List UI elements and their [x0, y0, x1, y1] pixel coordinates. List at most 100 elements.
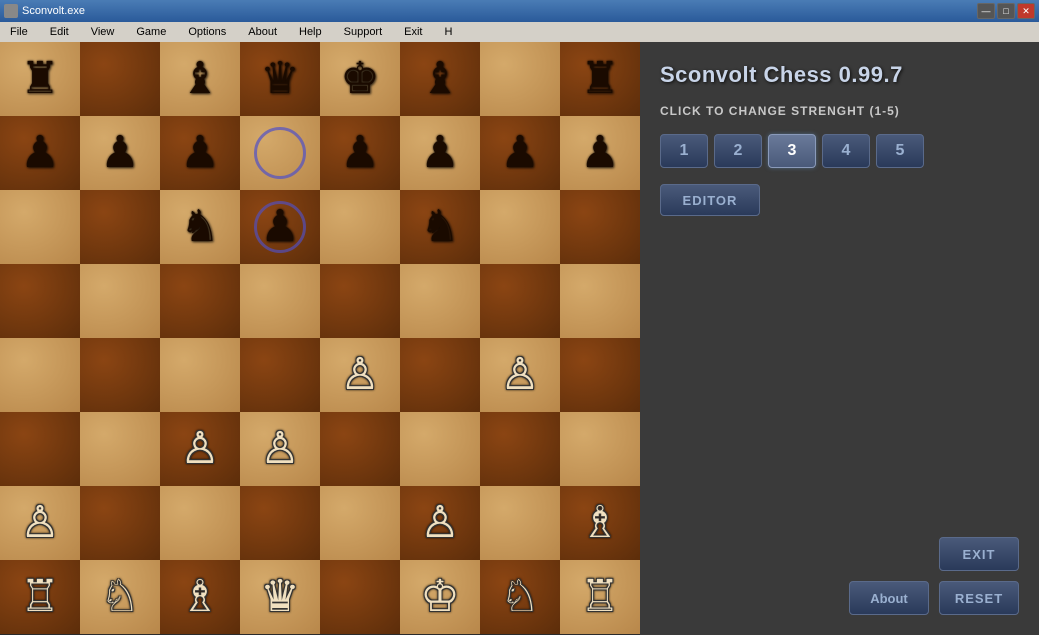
cell-0-6[interactable]	[480, 42, 560, 116]
cell-3-4[interactable]	[320, 264, 400, 338]
cell-3-1[interactable]	[80, 264, 160, 338]
cell-4-0[interactable]	[0, 338, 80, 412]
menu-file[interactable]: File	[4, 24, 34, 40]
cell-7-0[interactable]: ♖	[0, 560, 80, 634]
cell-3-6[interactable]	[480, 264, 560, 338]
cell-1-1[interactable]: ♟	[80, 116, 160, 190]
strength-3-button[interactable]: 3	[768, 134, 816, 168]
cell-5-7[interactable]	[560, 412, 640, 486]
piece-1-4: ♟	[340, 131, 379, 175]
cell-6-5[interactable]: ♙	[400, 486, 480, 560]
cell-2-3[interactable]: ♟	[240, 190, 320, 264]
cell-3-3[interactable]	[240, 264, 320, 338]
cell-2-6[interactable]	[480, 190, 560, 264]
piece-4-4: ♙	[340, 353, 379, 397]
cell-0-3[interactable]: ♛	[240, 42, 320, 116]
cell-6-1[interactable]	[80, 486, 160, 560]
app-title: Sconvolt Chess 0.99.7	[660, 62, 1019, 88]
bottom-buttons: EXIT About RESET	[660, 537, 1019, 615]
cell-1-6[interactable]: ♟	[480, 116, 560, 190]
piece-1-2: ♟	[180, 131, 219, 175]
cell-4-1[interactable]	[80, 338, 160, 412]
maximize-button[interactable]: □	[997, 3, 1015, 19]
cell-5-1[interactable]	[80, 412, 160, 486]
minimize-button[interactable]: —	[977, 3, 995, 19]
about-button[interactable]: About	[849, 581, 929, 615]
cell-6-4[interactable]	[320, 486, 400, 560]
cell-3-2[interactable]	[160, 264, 240, 338]
menu-support[interactable]: Support	[338, 24, 389, 40]
cell-2-1[interactable]	[80, 190, 160, 264]
cell-7-6[interactable]: ♘	[480, 560, 560, 634]
cell-7-2[interactable]: ♗	[160, 560, 240, 634]
cell-6-0[interactable]: ♙	[0, 486, 80, 560]
cell-2-2[interactable]: ♞	[160, 190, 240, 264]
menu-view[interactable]: View	[85, 24, 121, 40]
piece-1-1: ♟	[100, 131, 139, 175]
menu-exit[interactable]: Exit	[398, 24, 428, 40]
cell-5-5[interactable]	[400, 412, 480, 486]
cell-5-0[interactable]	[0, 412, 80, 486]
piece-1-6: ♟	[500, 131, 539, 175]
cell-6-6[interactable]	[480, 486, 560, 560]
strength-5-button[interactable]: 5	[876, 134, 924, 168]
cell-1-2[interactable]: ♟	[160, 116, 240, 190]
cell-5-6[interactable]	[480, 412, 560, 486]
cell-4-7[interactable]	[560, 338, 640, 412]
piece-0-2: ♝	[180, 57, 219, 101]
exit-button[interactable]: EXIT	[939, 537, 1019, 571]
cell-0-2[interactable]: ♝	[160, 42, 240, 116]
cell-6-2[interactable]	[160, 486, 240, 560]
piece-5-3: ♙	[260, 427, 299, 471]
cell-3-5[interactable]	[400, 264, 480, 338]
piece-7-6: ♘	[500, 575, 539, 619]
menu-help[interactable]: Help	[293, 24, 328, 40]
cell-2-0[interactable]	[0, 190, 80, 264]
cell-2-4[interactable]	[320, 190, 400, 264]
cell-4-4[interactable]: ♙	[320, 338, 400, 412]
close-button[interactable]: ✕	[1017, 3, 1035, 19]
piece-0-5: ♝	[420, 57, 459, 101]
cell-5-2[interactable]: ♙	[160, 412, 240, 486]
cell-3-7[interactable]	[560, 264, 640, 338]
cell-0-5[interactable]: ♝	[400, 42, 480, 116]
cell-7-1[interactable]: ♘	[80, 560, 160, 634]
cell-6-3[interactable]	[240, 486, 320, 560]
cell-1-0[interactable]: ♟	[0, 116, 80, 190]
cell-7-7[interactable]: ♖	[560, 560, 640, 634]
cell-4-6[interactable]: ♙	[480, 338, 560, 412]
editor-button[interactable]: EDITOR	[660, 184, 760, 216]
cell-3-0[interactable]	[0, 264, 80, 338]
menu-h[interactable]: H	[439, 24, 459, 40]
cell-0-1[interactable]	[80, 42, 160, 116]
cell-7-4[interactable]	[320, 560, 400, 634]
cell-5-4[interactable]	[320, 412, 400, 486]
cell-4-5[interactable]	[400, 338, 480, 412]
menu-options[interactable]: Options	[182, 24, 232, 40]
cell-5-3[interactable]: ♙	[240, 412, 320, 486]
cell-0-0[interactable]: ♜	[0, 42, 80, 116]
piece-7-3: ♛	[260, 575, 299, 619]
cell-6-7[interactable]: ♗	[560, 486, 640, 560]
cell-1-5[interactable]: ♟	[400, 116, 480, 190]
cell-2-5[interactable]: ♞	[400, 190, 480, 264]
cell-4-2[interactable]	[160, 338, 240, 412]
menu-about[interactable]: About	[242, 24, 283, 40]
strength-2-button[interactable]: 2	[714, 134, 762, 168]
piece-7-0: ♖	[20, 575, 59, 619]
cell-0-4[interactable]: ♚	[320, 42, 400, 116]
cell-1-3[interactable]	[240, 116, 320, 190]
reset-button[interactable]: RESET	[939, 581, 1019, 615]
cell-2-7[interactable]	[560, 190, 640, 264]
cell-1-4[interactable]: ♟	[320, 116, 400, 190]
cell-4-3[interactable]	[240, 338, 320, 412]
strength-1-button[interactable]: 1	[660, 134, 708, 168]
menu-game[interactable]: Game	[130, 24, 172, 40]
strength-4-button[interactable]: 4	[822, 134, 870, 168]
cell-0-7[interactable]: ♜	[560, 42, 640, 116]
chess-board[interactable]: ♜♝♛♚♝♜♟♟♟♟♟♟♟♞♟♞♙♙♙♙♙♙♗♖♘♗♛♔♘♖	[0, 42, 640, 634]
cell-7-5[interactable]: ♔	[400, 560, 480, 634]
cell-7-3[interactable]: ♛	[240, 560, 320, 634]
cell-1-7[interactable]: ♟	[560, 116, 640, 190]
menu-edit[interactable]: Edit	[44, 24, 75, 40]
